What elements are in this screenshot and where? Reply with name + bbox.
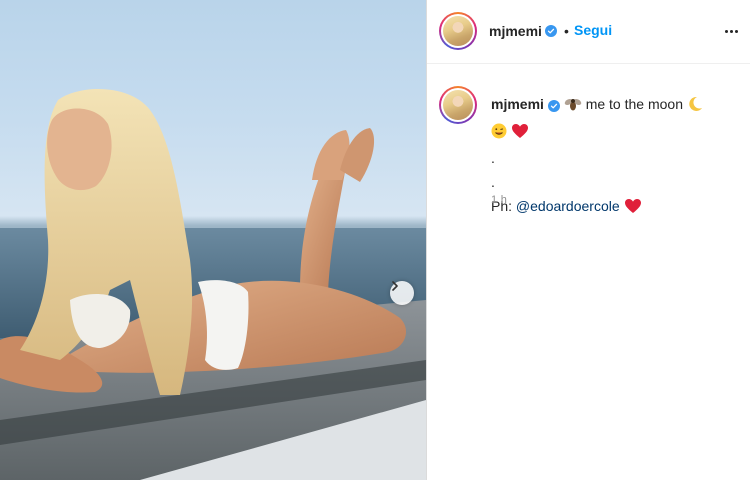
fly-emoji	[564, 95, 582, 119]
verified-badge-icon	[547, 100, 560, 112]
follow-button[interactable]: Segui	[574, 22, 612, 38]
avatar-image	[443, 16, 473, 46]
caption-line-2	[491, 119, 741, 146]
smiling-face-emoji	[491, 122, 507, 146]
moon-emoji	[687, 95, 703, 119]
red-heart-emoji	[624, 197, 642, 221]
header-avatar[interactable]	[439, 12, 477, 50]
caption-dot-line-1: .	[491, 150, 495, 166]
caption-avatar[interactable]	[439, 86, 477, 124]
credit-mention-link[interactable]: @edoardoercole	[516, 198, 620, 214]
chevron-right-icon	[392, 281, 398, 291]
avatar-image	[443, 90, 473, 120]
post-details-panel: mjmemi • Segui mjmemi me to the moon . .…	[427, 0, 750, 480]
post-timestamp[interactable]: 1 h	[491, 194, 507, 206]
caption-text: me to the moon	[585, 96, 683, 112]
caption-dot-line-2: .	[491, 174, 495, 190]
next-photo-button[interactable]	[390, 281, 414, 305]
photo-illustration	[0, 89, 426, 480]
red-heart-emoji	[511, 122, 529, 146]
caption-line-1: mjmemi me to the moon	[491, 92, 741, 119]
verified-badge-icon	[545, 25, 557, 37]
header-username[interactable]: mjmemi	[489, 23, 542, 39]
caption-username[interactable]: mjmemi	[491, 96, 544, 112]
post-header: mjmemi • Segui	[427, 0, 750, 64]
post-caption: mjmemi me to the moon . . Ph: @edoardoer…	[491, 92, 741, 221]
more-options-icon[interactable]	[722, 22, 740, 40]
header-separator: •	[564, 23, 569, 39]
caption-credit-line: Ph: @edoardoercole	[491, 194, 741, 221]
post-photo[interactable]	[0, 0, 426, 480]
